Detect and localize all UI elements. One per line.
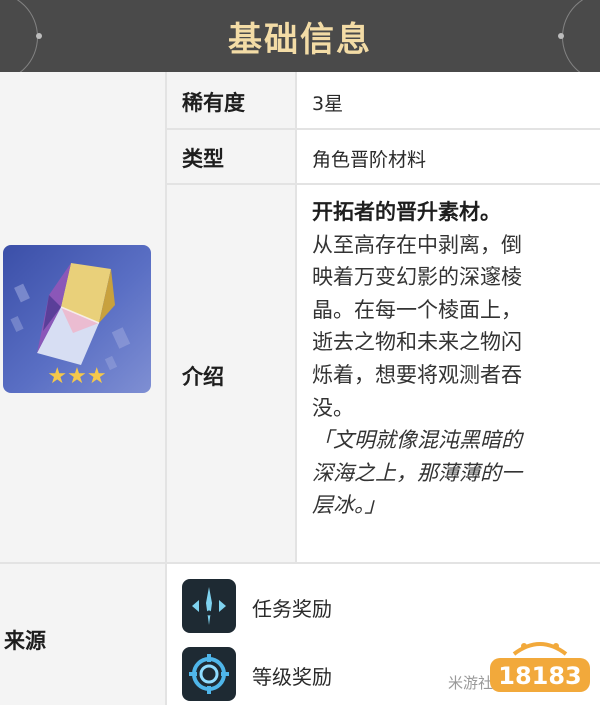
rarity-stars: ★★★	[47, 364, 106, 389]
intro-line: 映着万变幻影的深邃棱	[312, 265, 522, 290]
intro-quote-line: 「文明就像混沌黑暗的	[312, 428, 522, 453]
info-table: 稀有度 3星 类型 角色晋阶材料 介绍 ★★★ 开拓者的晋升素材。 从至高存在中…	[0, 72, 600, 705]
watermark-logo: 18183	[484, 632, 596, 698]
divider	[165, 72, 167, 705]
header-title: 基础信息	[228, 19, 372, 60]
mission-icon	[182, 579, 236, 633]
divider	[0, 562, 600, 564]
level-reward-icon	[182, 647, 236, 701]
svg-text:18183: 18183	[498, 662, 582, 690]
intro-line: 烁着，想要将观测者吞	[312, 362, 522, 387]
header-bar: 基础信息	[0, 0, 600, 72]
intro-line: 没。	[312, 395, 354, 420]
divider	[165, 128, 600, 130]
intro-quote-line: 深海之上，那薄薄的一	[312, 460, 522, 485]
source-item-mission[interactable]: 任务奖励	[252, 593, 332, 622]
type-value: 角色晋阶材料	[312, 149, 427, 171]
intro-line: 晶。在每一个棱面上，	[312, 297, 522, 322]
intro-quote-line: 层冰。」	[312, 493, 386, 518]
rarity-label: 稀有度	[182, 91, 245, 115]
intro-line: 从至高存在中剥离，倒	[312, 232, 522, 257]
intro-title: 开拓者的晋升素材。	[312, 200, 501, 224]
header-decoration-right	[562, 0, 600, 72]
header-decoration-left	[0, 0, 38, 72]
type-label: 类型	[182, 147, 224, 171]
header-dot-left	[36, 33, 42, 39]
source-item-level[interactable]: 等级奖励	[252, 661, 332, 690]
divider	[165, 183, 600, 185]
rarity-value: 3星	[312, 93, 344, 115]
source-label: 来源	[4, 629, 46, 653]
intro-line: 逝去之物和未来之物闪	[312, 330, 522, 355]
intro-label: 介绍	[182, 365, 224, 389]
crystal-item-icon: ★★★	[3, 245, 151, 393]
header-dot-right	[558, 33, 564, 39]
intro-description: 开拓者的晋升素材。 从至高存在中剥离，倒 映着万变幻影的深邃棱 晶。在每一个棱面…	[312, 196, 582, 522]
divider	[295, 72, 297, 562]
